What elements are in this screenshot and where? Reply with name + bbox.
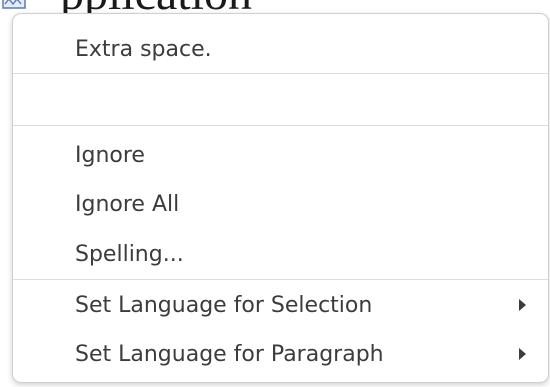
menu-item-suggestion[interactable]: Extra space. (13, 29, 548, 69)
spelling-label: Spelling... (75, 241, 184, 267)
ignore-label: Ignore (75, 142, 145, 168)
menu-separator (13, 125, 548, 126)
ignore-all-label: Ignore All (75, 191, 180, 217)
chevron-right-icon (519, 299, 526, 311)
set-language-paragraph-label: Set Language for Paragraph (75, 341, 384, 367)
suggestion-label: Extra space. (75, 36, 212, 62)
set-language-selection-label: Set Language for Selection (75, 292, 373, 318)
menu-item-set-language-selection[interactable]: Set Language for Selection (13, 285, 548, 325)
menu-item-set-language-paragraph[interactable]: Set Language for Paragraph (13, 334, 548, 374)
menu-item-blank[interactable] (13, 81, 548, 121)
menu-item-spelling[interactable]: Spelling... (13, 234, 548, 274)
menu-item-ignore-all[interactable]: Ignore All (13, 184, 548, 224)
spellcheck-context-menu: Extra space. Ignore Ignore All Spelling.… (12, 13, 549, 383)
menu-item-ignore[interactable]: Ignore (13, 135, 548, 175)
chevron-right-icon (519, 348, 526, 360)
spelling-check-icon (2, 0, 26, 9)
menu-separator (13, 73, 548, 74)
menu-separator (13, 279, 548, 280)
